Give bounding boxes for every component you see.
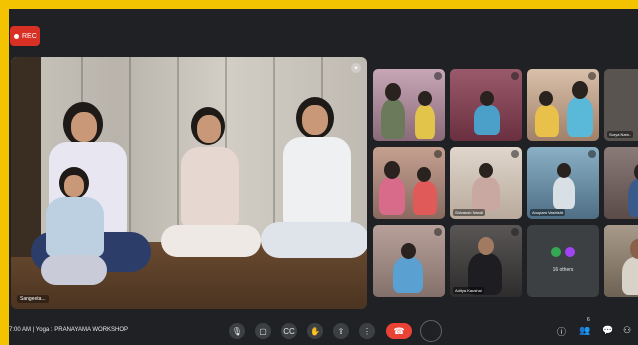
mic-off-icon bbox=[434, 72, 442, 80]
participant-name: Shivansh Nandi bbox=[453, 209, 486, 216]
participant-tile[interactable]: Anupam Vashisht bbox=[527, 147, 599, 219]
mic-off-icon bbox=[588, 72, 596, 80]
mic-off-icon bbox=[434, 228, 442, 236]
main-participant-name: Sangeeta... bbox=[17, 295, 49, 303]
participant-tile[interactable]: Aditya Kaushal bbox=[450, 225, 522, 297]
reaction-button[interactable] bbox=[420, 320, 442, 342]
recording-badge: REC bbox=[10, 26, 40, 46]
mic-off-icon bbox=[588, 150, 596, 158]
others-tile[interactable]: 16 others bbox=[527, 225, 599, 297]
self-view-tile[interactable] bbox=[604, 225, 638, 297]
participant-tile[interactable] bbox=[527, 69, 599, 141]
more-icon[interactable]: ⋮ bbox=[359, 323, 375, 339]
meeting-info: 7:00 AM | Yoga : PRANAYAMA WORKSHOP bbox=[9, 327, 129, 333]
mic-off-icon bbox=[434, 150, 442, 158]
participant-figure bbox=[161, 107, 271, 297]
participant-figure bbox=[41, 167, 111, 307]
screenshot-frame: REC Sangeeta... ✦ Surya Nam.. Shivansh N… bbox=[0, 0, 638, 345]
frame-left-border bbox=[0, 0, 9, 345]
participant-figure bbox=[261, 97, 367, 297]
video-doorframe bbox=[11, 57, 41, 257]
people-count: 6 bbox=[587, 317, 590, 323]
main-video-tile[interactable]: Sangeeta... ✦ bbox=[11, 57, 367, 309]
people-icon[interactable]: 👥 bbox=[579, 325, 590, 336]
present-icon[interactable]: ⇪ bbox=[333, 323, 349, 339]
leave-call-icon[interactable]: ☎ bbox=[386, 323, 412, 339]
recording-label: REC bbox=[22, 32, 37, 40]
participant-name: Aditya Kaushal bbox=[453, 287, 484, 294]
activities-icon[interactable]: ⚇ bbox=[623, 325, 631, 336]
hand-icon[interactable]: ✋ bbox=[307, 323, 323, 339]
mic-off-icon bbox=[511, 72, 519, 80]
pin-icon[interactable]: ✦ bbox=[351, 63, 361, 73]
chat-icon[interactable]: 💬 bbox=[602, 325, 613, 336]
avatar bbox=[551, 247, 561, 257]
info-icon[interactable]: ⓘ bbox=[557, 325, 566, 338]
mic-off-icon bbox=[511, 150, 519, 158]
meeting-window: REC Sangeeta... ✦ Surya Nam.. Shivansh N… bbox=[9, 9, 638, 345]
record-dot-icon bbox=[14, 33, 19, 39]
participant-tile[interactable] bbox=[604, 147, 638, 219]
participant-tile[interactable]: Shivansh Nandi bbox=[450, 147, 522, 219]
captions-icon[interactable]: CC bbox=[281, 323, 297, 339]
participant-tile[interactable] bbox=[450, 69, 522, 141]
frame-top-border bbox=[0, 0, 638, 8]
participant-name: Anupam Vashisht bbox=[530, 209, 566, 216]
others-count-label: 16 others bbox=[552, 267, 574, 273]
bottom-control-bar: 7:00 AM | Yoga : PRANAYAMA WORKSHOP 🎙 ▢ … bbox=[9, 317, 638, 345]
mic-off-icon bbox=[511, 228, 519, 236]
camera-icon[interactable]: ▢ bbox=[255, 323, 271, 339]
mic-icon[interactable]: 🎙 bbox=[229, 323, 245, 339]
participant-tile[interactable]: Surya Nam.. bbox=[604, 69, 638, 141]
avatar bbox=[565, 247, 575, 257]
participant-name: Surya Nam.. bbox=[607, 131, 634, 138]
participant-tile[interactable] bbox=[373, 225, 445, 297]
participant-tile[interactable] bbox=[373, 69, 445, 141]
participant-tile[interactable] bbox=[373, 147, 445, 219]
